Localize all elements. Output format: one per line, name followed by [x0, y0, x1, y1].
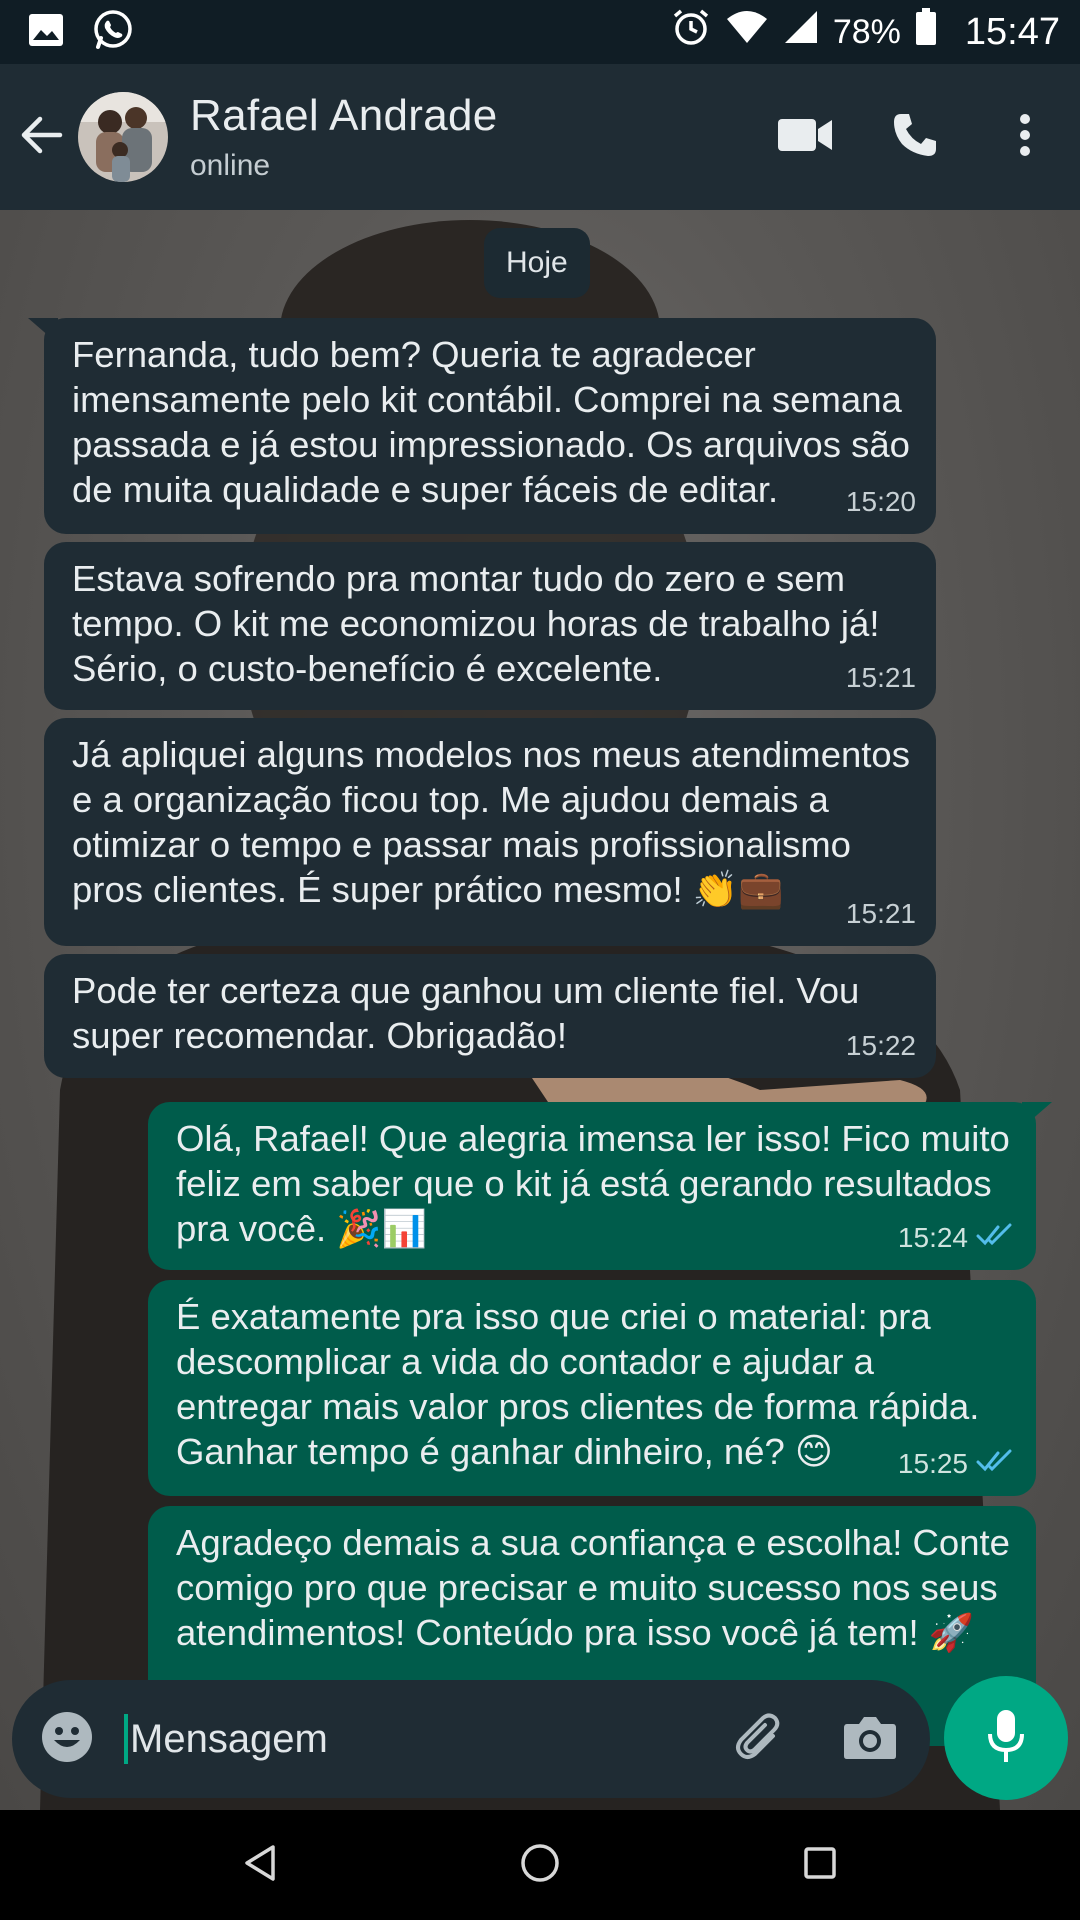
message-text: passada e já estou impressionado. Os arq… — [72, 424, 910, 465]
status-time: 15:47 — [964, 10, 1060, 53]
message-text: atendimentos! Conteúdo pra isso você já … — [176, 1612, 975, 1653]
voice-message-button[interactable] — [944, 1676, 1068, 1800]
message-time: 15:20 — [845, 486, 916, 517]
attach-button[interactable] — [710, 1680, 810, 1798]
incoming-message[interactable]: Já apliquei alguns modelos nos meus aten… — [44, 718, 936, 946]
message-text: pros clientes. É super prático mesmo! 👏💼 — [72, 869, 784, 910]
battery-percent: 78% — [832, 12, 901, 51]
message-text: descomplicar a vida do contador e ajudar… — [176, 1341, 874, 1382]
status-bar: 78% 15:47 — [0, 0, 1080, 64]
outgoing-message[interactable]: Olá, Rafael! Que alegria imensa ler isso… — [148, 1102, 1052, 1270]
message-text: otimizar o tempo e passar mais profissio… — [72, 824, 851, 865]
message-text: de muita qualidade e super fáceis de edi… — [72, 469, 779, 510]
nav-home-icon — [520, 1843, 560, 1888]
message-text: e a organização ficou top. Me ajudou dem… — [72, 779, 829, 820]
message-text: Fernanda, tudo bem? Queria te agradecer — [72, 334, 756, 375]
message-text: Estava sofrendo pra montar tudo do zero … — [72, 558, 846, 599]
text-cursor — [124, 1714, 128, 1764]
emoji-icon — [40, 1710, 94, 1769]
message-time: 15:22 — [845, 1030, 916, 1061]
contact-name: Rafael Andrade — [190, 91, 498, 140]
incoming-message[interactable]: Fernanda, tudo bem? Queria te agradecer … — [28, 318, 936, 534]
nav-back-icon — [243, 1844, 277, 1887]
read-ticks-icon — [976, 1215, 1016, 1260]
message-text: Agradeço demais a sua confiança e escolh… — [176, 1522, 1010, 1563]
alarm-icon — [671, 7, 711, 57]
chat-area[interactable]: Hoje Fernanda, tudo bem? Queria te agrad… — [0, 210, 1080, 1810]
message-time: 15:21 — [845, 662, 916, 693]
message-text: imensamente pelo kit contábil. Comprei n… — [72, 379, 902, 420]
message-text: super recomendar. Obrigadão! — [72, 1015, 568, 1056]
contact-info[interactable]: Rafael Andrade online — [190, 91, 498, 183]
signal-icon — [783, 9, 819, 55]
camera-icon — [843, 1714, 897, 1765]
message-input[interactable]: Mensagem — [130, 1717, 328, 1762]
incoming-message[interactable]: Pode ter certeza que ganhou um cliente f… — [44, 954, 936, 1078]
outgoing-message[interactable]: É exatamente pra isso que criei o materi… — [148, 1280, 1036, 1496]
chat-header: Rafael Andrade online — [0, 64, 1080, 210]
bubble-tail — [1022, 1102, 1052, 1128]
message-text: Pode ter certeza que ganhou um cliente f… — [72, 970, 860, 1011]
message-text: feliz em saber que o kit já está gerando… — [176, 1163, 992, 1204]
nav-recents-button[interactable] — [765, 1810, 875, 1920]
message-text: É exatamente pra isso que criei o materi… — [176, 1296, 931, 1337]
message-time: 15:21 — [845, 898, 916, 929]
back-arrow-icon — [20, 113, 64, 162]
wifi-icon — [725, 9, 769, 55]
whatsapp-icon — [92, 9, 134, 56]
system-nav-bar — [0, 1810, 1080, 1920]
emoji-button[interactable] — [12, 1680, 122, 1798]
message-text: tempo. O kit me economizou horas de trab… — [72, 603, 880, 644]
message-time: 15:25 — [897, 1448, 968, 1479]
more-options-button[interactable] — [970, 82, 1080, 192]
video-call-button[interactable] — [750, 82, 860, 192]
message-time: 15:24 — [897, 1222, 968, 1253]
bubble-tail — [28, 318, 58, 344]
more-options-icon — [1018, 113, 1032, 162]
gallery-icon — [28, 13, 64, 52]
message-text: Ganhar tempo é ganhar dinheiro, né? 😊 — [176, 1431, 833, 1472]
message-text: Sério, o custo-benefício é excelente. — [72, 648, 663, 689]
nav-recents-icon — [803, 1846, 837, 1885]
message-text: pra você. 🎉📊 — [176, 1208, 428, 1249]
message-text: Já apliquei alguns modelos nos meus aten… — [72, 734, 910, 775]
voice-call-button[interactable] — [860, 82, 970, 192]
camera-button[interactable] — [810, 1680, 930, 1798]
message-text: Olá, Rafael! Que alegria imensa ler isso… — [176, 1118, 1010, 1159]
voice-call-icon — [892, 112, 938, 163]
avatar[interactable] — [78, 92, 168, 182]
mic-icon — [986, 1708, 1026, 1769]
battery-icon — [915, 8, 937, 56]
message-text: entregar mais valor pros clientes de for… — [176, 1386, 980, 1427]
message-text: comigo pro que precisar e muito sucesso … — [176, 1567, 998, 1608]
attach-icon — [733, 1710, 787, 1769]
incoming-message[interactable]: Estava sofrendo pra montar tudo do zero … — [44, 542, 936, 710]
message-composer: Mensagem — [12, 1680, 930, 1798]
contact-status: online — [190, 149, 271, 182]
date-separator: Hoje — [484, 228, 590, 298]
back-button[interactable] — [2, 64, 82, 210]
read-ticks-icon — [976, 1441, 1016, 1486]
nav-home-button[interactable] — [485, 1810, 595, 1920]
video-call-icon — [778, 117, 832, 158]
nav-back-button[interactable] — [205, 1810, 315, 1920]
